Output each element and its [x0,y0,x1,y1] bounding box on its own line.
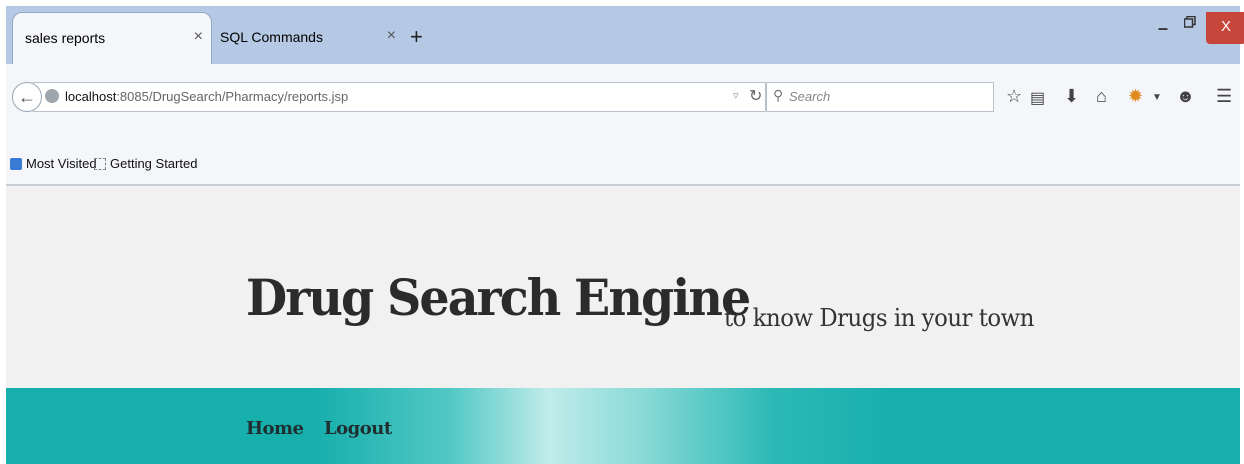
menu-icon[interactable]: ☰ [1216,86,1232,107]
site-title: Drug Search Engine [246,268,751,327]
page-icon [94,158,106,170]
minimize-icon[interactable]: – [1158,18,1168,39]
url-bar[interactable]: localhost:8085/DrugSearch/Pharmacy/repor… [32,82,766,112]
bookmark-label: Getting Started [110,156,198,171]
tab-close-icon[interactable]: × [387,27,396,45]
history-dropdown-icon[interactable]: ▿ [733,89,739,102]
site-menu-bar: Home Logout [6,388,1240,464]
bookmark-label: Most Visited [26,156,97,171]
bookmark-star-icon[interactable]: ☆ [1006,86,1022,107]
tab-label: sales reports [25,30,106,46]
back-button[interactable]: ← [12,82,42,112]
extension-icon[interactable]: ✹ [1128,86,1143,107]
bookmark-getting-started[interactable]: Getting Started [94,156,197,171]
url-path: :8085/DrugSearch/Pharmacy/reports.jsp [116,89,349,104]
most-visited-icon [10,158,22,170]
bookmarks-toolbar: Most Visited Getting Started [6,144,1240,186]
tab-close-icon[interactable]: × [194,28,203,46]
site-identity-icon[interactable] [45,89,59,103]
extension-dropdown-icon[interactable]: ▼ [1152,92,1162,103]
tab-sales-reports[interactable]: sales reports × [12,12,212,64]
search-placeholder: Search [789,89,831,104]
sync-icon[interactable]: ☻ [1176,86,1195,107]
tab-sql-commands[interactable]: SQL Commands × [212,12,402,56]
url-host: localhost [65,89,117,104]
url-text: localhost:8085/DrugSearch/Pharmacy/repor… [65,89,348,104]
search-icon: ⚲ [773,87,784,103]
reading-list-icon[interactable]: ▤ [1030,88,1045,108]
web-page: Drug Search Engine to know Drugs in your… [6,186,1240,464]
restore-icon[interactable] [1184,16,1196,28]
tab-label: SQL Commands [220,29,323,45]
back-arrow-icon: ← [18,87,36,107]
bookmark-most-visited[interactable]: Most Visited [10,156,97,171]
new-tab-button[interactable]: + [410,26,423,48]
home-icon[interactable]: ⌂ [1096,86,1107,107]
menu-home-link[interactable]: Home [246,418,304,439]
window-close-button[interactable]: X [1206,12,1244,44]
tab-strip: sales reports × SQL Commands × + – X [6,6,1244,64]
menu-logout-link[interactable]: Logout [324,418,392,439]
downloads-icon[interactable]: ⬇ [1064,86,1079,107]
nav-bar: localhost:8085/DrugSearch/Pharmacy/repor… [6,64,1240,144]
search-input[interactable]: ⚲ Search [766,82,994,112]
reload-icon[interactable]: ↻ [749,86,762,106]
site-tagline: to know Drugs in your town [724,304,1034,332]
